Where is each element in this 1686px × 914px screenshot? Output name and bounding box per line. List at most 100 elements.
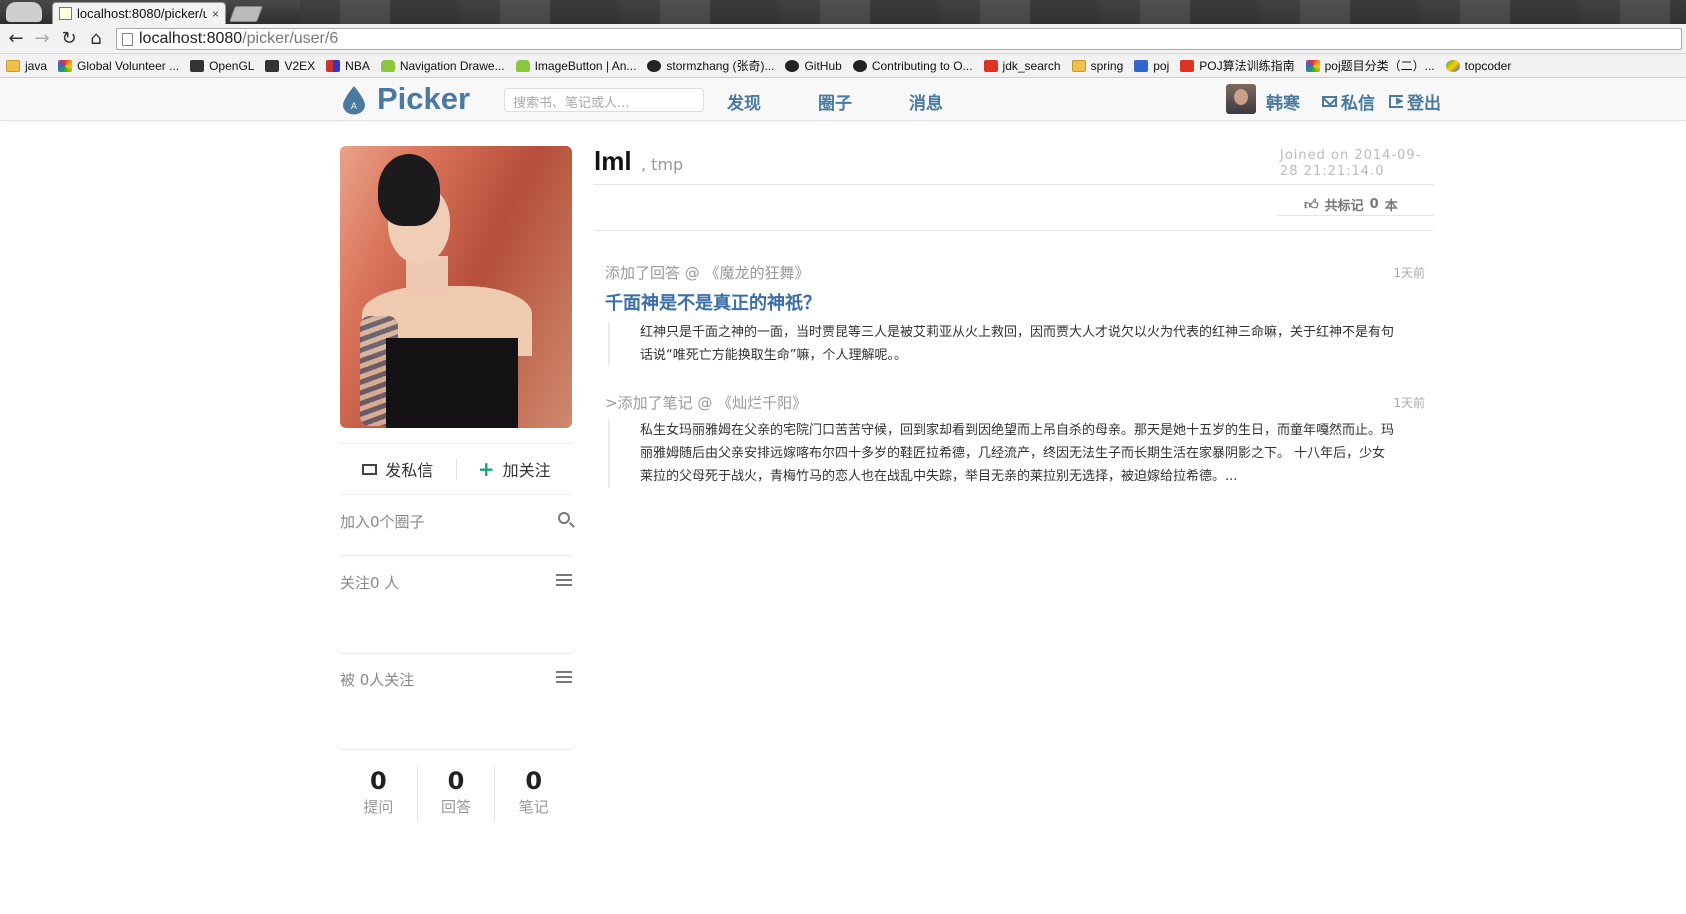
bookmark-item[interactable]: Navigation Drawe... [380,58,505,73]
feed-meta[interactable]: 添加了回答 @ 《魔龙的狂舞》 [605,262,1425,283]
feed-meta[interactable]: >添加了笔记 @ 《灿烂千阳》 [605,392,1425,413]
nav-circles[interactable]: 圈子 [818,89,852,114]
gh-icon [852,59,867,72]
divider [340,749,572,750]
bookmark-label: V2EX [284,58,316,73]
logout-label: 登出 [1407,94,1441,114]
logout-link[interactable]: 登出 [1389,89,1441,114]
bookmark-item[interactable]: stormzhang (张奇)... [647,57,774,74]
feed-time: 1天前 [1393,266,1425,280]
bookmark-label: Navigation Drawe... [399,58,505,73]
bookmark-item[interactable]: poj题目分类（二）... [1305,57,1435,74]
stat-value: 0 [369,767,387,795]
thumbs-up-icon: 👍︎ [1304,197,1319,213]
page-favicon-icon [59,7,72,20]
bookmark-item[interactable]: NBA [326,59,370,73]
follow-button[interactable]: + 加关注 [457,457,573,481]
followers-row[interactable]: 被 0人关注 [340,669,572,690]
stat-label: 提问 [363,798,394,816]
marks-number: 0 [1369,197,1379,212]
site-navbar: A Picker 搜索书、笔记或人... 发现 圈子 消息 韩寒 私信 登出 [0,79,1686,121]
dark-icon [265,59,280,72]
marks-prefix: 共标记 [1324,199,1364,214]
list-icon[interactable] [556,671,572,683]
bookmark-item[interactable]: OpenGL [190,59,254,73]
divider [594,230,1434,231]
stat-notes[interactable]: 0 笔记 [495,766,572,822]
divider [340,653,572,654]
android-icon [515,59,530,72]
bookmark-label: java [25,58,48,73]
tab-title: localhost:8080/picker/u [77,6,207,21]
following-count-text: 关注0 人 [340,574,400,592]
follow-label: 加关注 [502,461,551,480]
forward-arrow-icon[interactable]: → [32,29,52,49]
user-name-link[interactable]: 韩寒 [1266,89,1300,114]
folder-icon [6,59,20,72]
gh-icon [647,59,662,72]
titlebar-theme [300,0,1686,24]
bookmark-label: Contributing to O... [871,58,973,73]
send-message-button[interactable]: 发私信 [340,457,456,481]
plus-icon: + [477,457,495,481]
stat-value: 0 [447,767,465,795]
nav-discover[interactable]: 发现 [727,89,761,114]
divider [340,555,572,556]
envelope-icon [362,463,378,475]
bookmark-item[interactable]: spring [1071,58,1124,73]
bookmark-item[interactable]: topcoder [1445,58,1512,73]
profile-photo [340,146,572,428]
blue-icon [1134,59,1149,72]
search-icon[interactable] [558,512,570,524]
bookmark-item[interactable]: Contributing to O... [852,58,973,73]
browser-titlebar: localhost:8080/picker/u × [0,0,1686,24]
bookmark-label: stormzhang (张奇)... [666,59,775,73]
incognito-icon [6,2,42,22]
site-search-input[interactable]: 搜索书、笔记或人... [504,88,704,112]
bookmark-label: ImageButton | An... [534,58,637,73]
private-message-link[interactable]: 私信 [1322,89,1375,114]
logo-letter: A [351,102,358,112]
stat-answers[interactable]: 0 回答 [418,766,496,822]
feed-body: 红神只是千面之神的一面，当时贾昆等三人是被艾莉亚从火上救回，因而贾大人才说欠以火… [608,321,1398,367]
picker-logo-icon[interactable]: A [341,85,367,115]
bookmark-item[interactable]: poj [1134,59,1169,73]
multi-icon [58,59,73,72]
bookmark-label: spring [1090,58,1124,73]
bookmarks-bar: java Global Volunteer ... OpenGL V2EX NBA Nav… [0,54,1686,78]
user-avatar[interactable] [1226,84,1256,114]
new-tab-button[interactable] [229,6,263,22]
nav-messages[interactable]: 消息 [909,89,943,114]
sign-out-icon [1389,91,1404,109]
back-arrow-icon[interactable]: ← [6,29,26,49]
feed-body: 私生女玛丽雅姆在父亲的宅院门口苦苦守候，回到家却看到因绝望而上吊自杀的母亲。那天… [608,419,1398,488]
bookmark-label: GitHub [804,58,842,73]
browser-tab[interactable]: localhost:8080/picker/u × [52,2,226,24]
stat-questions[interactable]: 0 提问 [340,766,418,822]
site-logo-text[interactable]: Picker [377,81,470,117]
profile-actions: 发私信 + 加关注 [340,443,572,495]
home-icon[interactable]: ⌂ [86,29,106,49]
reload-icon[interactable]: ↻ [59,29,79,49]
address-bar[interactable]: localhost:8080/picker/user/6 [116,28,1682,50]
following-row[interactable]: 关注0 人 [340,572,572,593]
envelope-icon [1322,96,1337,107]
list-icon[interactable] [556,574,572,586]
bookmark-item[interactable]: V2EX [265,59,315,73]
page-icon [122,33,133,46]
feed-item: 添加了回答 @ 《魔龙的狂舞》 1天前 千面神是不是真正的神祇？ 红神只是千面之… [605,262,1425,367]
divider [594,184,1434,185]
bookmark-item[interactable]: GitHub [785,58,842,73]
bookmark-item[interactable]: java [6,59,47,73]
bookmark-label: topcoder [1464,58,1512,73]
bookmark-item[interactable]: ImageButton | An... [515,58,637,73]
bookmark-item[interactable]: Global Volunteer ... [58,59,179,73]
bookmark-item[interactable]: POJ算法训练指南 [1180,57,1295,74]
tab-close-icon[interactable]: × [212,7,219,21]
folder-icon [1071,59,1086,72]
circles-row[interactable]: 加入0个圈子 [340,511,572,532]
bookmark-item[interactable]: jdk_search [983,59,1061,73]
joined-date: Joined on 2014-09-28 21:21:14.0 [1280,148,1422,179]
feed-question-link[interactable]: 千面神是不是真正的神祇？ [605,289,1425,315]
url-host: localhost:8080 [139,30,243,47]
